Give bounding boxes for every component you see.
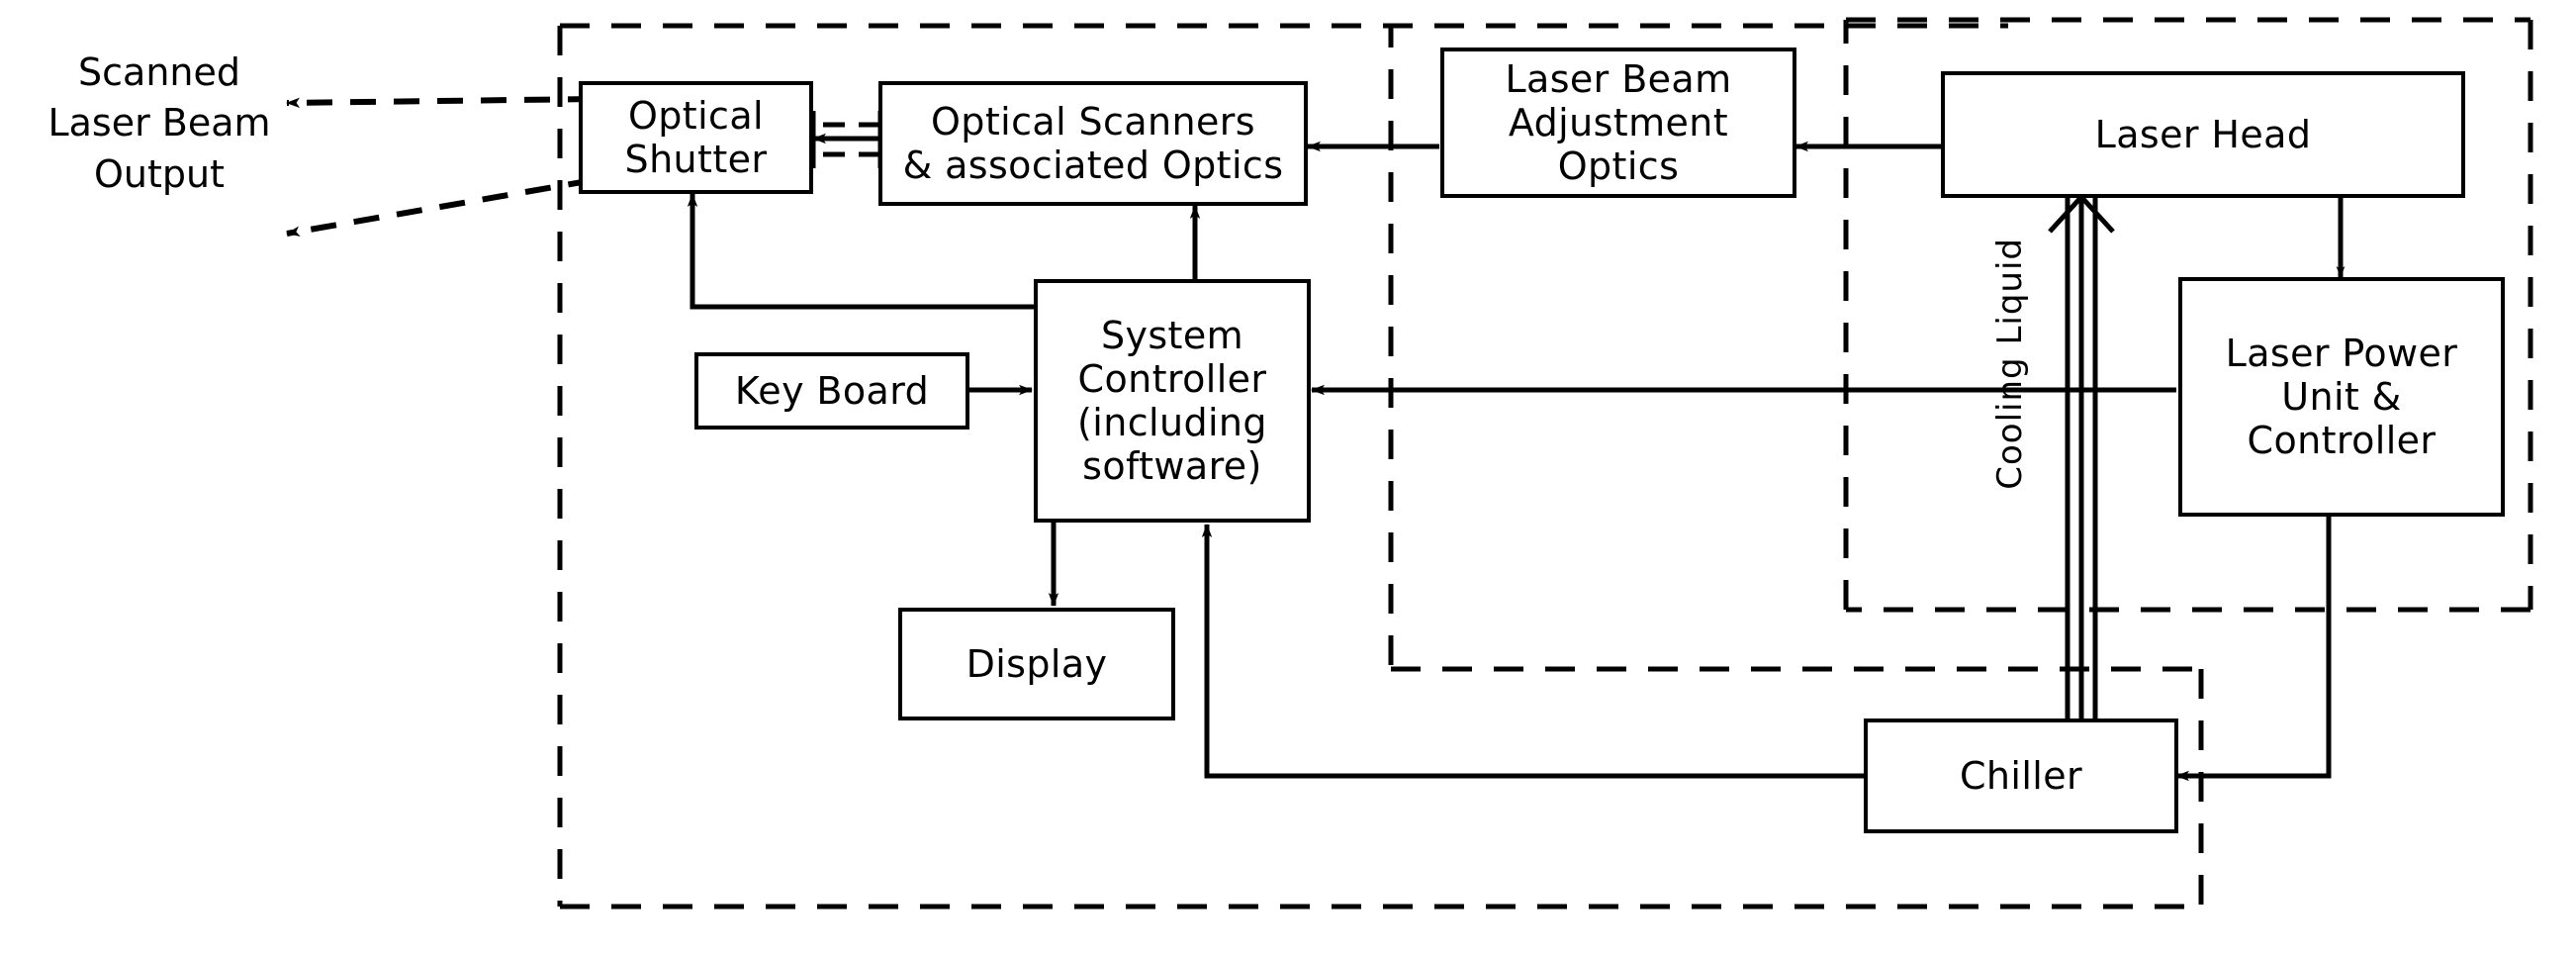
diagram-canvas: Optical Shutter Optical Scanners & associa… bbox=[0, 0, 2576, 958]
node-key-board-label: Key Board bbox=[734, 368, 930, 413]
scanned-output-label: Scanned Laser Beam Output bbox=[47, 50, 271, 196]
cooling-liquid-label: Cooling Liquid bbox=[1990, 238, 2030, 490]
wire-chiller-to-controller bbox=[1201, 524, 1864, 779]
node-beam-adjustment-optics-label: Laser Beam Adjustment Optics bbox=[1505, 56, 1732, 189]
node-optical-scanners-label: Optical Scanners & associated Optics bbox=[902, 99, 1284, 187]
scanned-beam-output-lower bbox=[286, 177, 595, 237]
node-display[interactable]: Display bbox=[898, 608, 1175, 720]
node-laser-head-label: Laser Head bbox=[2094, 112, 2312, 156]
node-key-board[interactable]: Key Board bbox=[694, 352, 969, 430]
node-chiller[interactable]: Chiller bbox=[1864, 718, 2178, 833]
node-system-controller-label: System Controller (including software) bbox=[1077, 313, 1267, 489]
node-optical-shutter[interactable]: Optical Shutter bbox=[579, 81, 813, 194]
node-optical-scanners[interactable]: Optical Scanners & associated Optics bbox=[878, 81, 1308, 206]
node-display-label: Display bbox=[966, 641, 1108, 686]
node-laser-power-unit[interactable]: Laser Power Unit & Controller bbox=[2178, 277, 2505, 517]
beam-scanners-to-shutter bbox=[810, 111, 883, 168]
scanned-beam-output-upper bbox=[286, 96, 595, 109]
node-laser-power-unit-label: Laser Power Unit & Controller bbox=[2225, 331, 2458, 463]
node-optical-shutter-label: Optical Shutter bbox=[624, 93, 768, 181]
node-chiller-label: Chiller bbox=[1959, 753, 2083, 798]
node-system-controller[interactable]: System Controller (including software) bbox=[1034, 279, 1311, 523]
node-beam-adjustment-optics[interactable]: Laser Beam Adjustment Optics bbox=[1440, 48, 1796, 198]
node-laser-head[interactable]: Laser Head bbox=[1941, 71, 2465, 198]
pipe-cooling-liquid bbox=[2048, 193, 2115, 718]
wire-controller-to-shutter bbox=[687, 193, 1034, 310]
